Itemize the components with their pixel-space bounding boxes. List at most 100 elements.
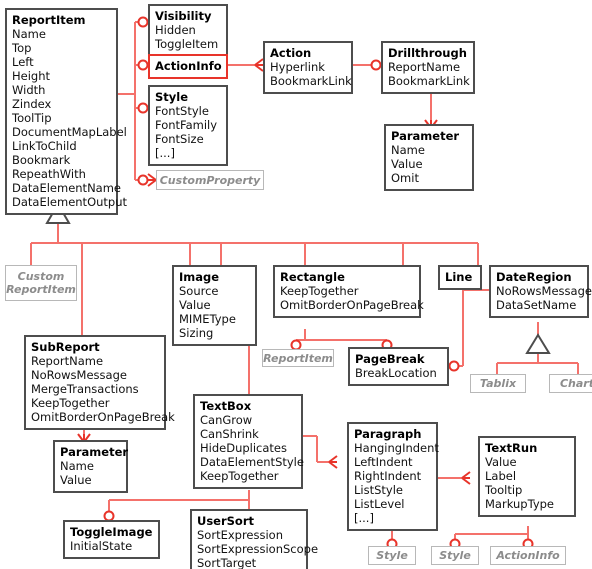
class-usersort[interactable]: UserSort SortExpression SortExpressionSc… <box>190 509 319 569</box>
class-attribute: Source <box>179 284 219 298</box>
class-parameter-drillthrough[interactable]: Parameter Name Value Omit <box>384 124 474 191</box>
class-attribute: MergeTransactions <box>31 382 139 396</box>
class-attribute: OmitBorderOnPageBreak <box>31 410 175 424</box>
class-attribute: DataElementName <box>12 181 121 195</box>
class-attribute: DataElementOutput <box>12 195 128 209</box>
ghost-chart[interactable]: Chart <box>549 374 592 393</box>
class-attribute: ToggleItem <box>155 37 219 51</box>
class-attribute: Left <box>12 55 34 69</box>
class-attribute: HideDuplicates <box>200 441 287 455</box>
class-dateregion[interactable]: DateRegion NoRowsMessage DataSetName <box>489 265 592 318</box>
class-attribute: Tooltip <box>485 483 523 497</box>
class-attribute: ReportName <box>388 60 461 74</box>
class-attribute: Label <box>485 469 517 483</box>
class-title: ReportItem <box>12 13 86 27</box>
class-visibility[interactable]: Visibility Hidden ToggleItem <box>148 4 228 57</box>
ghost-custom-reportitem[interactable]: Custom ReportItem <box>5 265 77 301</box>
class-attribute: SortExpressionScope <box>197 542 319 556</box>
class-attribute: InitialState <box>70 539 133 553</box>
class-attribute: ListStyle <box>354 483 403 497</box>
class-pagebreak[interactable]: PageBreak BreakLocation <box>348 347 449 386</box>
class-rectangle[interactable]: Rectangle KeepTogether OmitBorderOnPageB… <box>273 265 424 318</box>
ghost-style-textrun[interactable]: Style <box>431 546 479 565</box>
class-title: Parameter <box>391 129 460 143</box>
generalization-triangle-dateregion <box>525 333 551 354</box>
ghost-label: ActionInfo <box>496 549 560 562</box>
class-toggleimage[interactable]: ToggleImage InitialState <box>63 520 160 559</box>
class-textrun[interactable]: TextRun Value Label Tooltip MarkupType <box>478 436 576 517</box>
class-line[interactable]: Line <box>438 265 482 290</box>
class-title: Line <box>445 270 473 284</box>
class-attribute: CanShrink <box>200 427 259 441</box>
class-attribute: NoRowsMessage <box>496 284 592 298</box>
class-attribute: RightIndent <box>354 469 422 483</box>
class-attribute: [...] <box>155 146 175 160</box>
class-attribute: SortExpression <box>197 528 283 542</box>
class-actioninfo[interactable]: ActionInfo <box>148 54 228 79</box>
class-attribute: Value <box>485 455 517 469</box>
ghost-actioninfo-textrun[interactable]: ActionInfo <box>490 546 566 565</box>
class-attribute: BreakLocation <box>355 366 437 380</box>
class-attribute: MarkupType <box>485 497 555 511</box>
ghost-customproperty[interactable]: CustomProperty <box>156 170 264 190</box>
class-attribute: NoRowsMessage <box>31 368 127 382</box>
ghost-label: ReportItem <box>263 351 333 365</box>
class-attribute: Name <box>60 459 94 473</box>
ghost-label: Style <box>439 549 471 562</box>
class-attribute: ReportName <box>31 354 104 368</box>
class-attribute: Value <box>60 473 92 487</box>
class-attribute: Width <box>12 83 46 97</box>
class-title: ActionInfo <box>155 59 222 73</box>
class-title: Style <box>155 90 189 104</box>
assoc-circle-customproperty <box>137 174 149 186</box>
class-attribute: Bookmark <box>12 153 71 167</box>
ghost-tablix[interactable]: Tablix <box>470 374 526 393</box>
class-parameter-subreport[interactable]: Parameter Name Value <box>53 440 128 493</box>
class-attribute: LeftIndent <box>354 455 413 469</box>
class-title: SubReport <box>31 340 100 354</box>
class-attribute: DataSetName <box>496 298 577 312</box>
class-attribute: [...] <box>354 511 374 525</box>
ghost-label: Tablix <box>479 377 517 390</box>
class-textbox[interactable]: TextBox CanGrow CanShrink HideDuplicates… <box>193 394 304 489</box>
class-attribute: KeepTogether <box>280 284 359 298</box>
assoc-circle-style <box>137 102 149 114</box>
class-attribute: DocumentMapLabel <box>12 125 127 139</box>
class-reportitem[interactable]: ReportItem Name Top Left Height Width Zi… <box>5 8 128 215</box>
class-action[interactable]: Action Hyperlink BookmarkLink <box>263 41 353 94</box>
class-attribute: Hidden <box>155 23 196 37</box>
class-title: TextRun <box>485 441 538 455</box>
class-title: UserSort <box>197 514 255 528</box>
class-attribute: Value <box>391 157 423 171</box>
crowfoot-paragraph <box>328 455 338 469</box>
class-title: Visibility <box>155 9 212 23</box>
ghost-label: CustomProperty <box>159 173 261 187</box>
class-attribute: Top <box>12 41 32 55</box>
class-title: DateRegion <box>496 270 572 284</box>
class-attribute: DataElementStyle <box>200 455 304 469</box>
class-image[interactable]: Image Source Value MIMEType Sizing <box>172 265 257 346</box>
class-title: TextBox <box>200 399 252 413</box>
ghost-style-paragraph[interactable]: Style <box>368 546 416 565</box>
ghost-label: Custom <box>17 270 65 283</box>
class-attribute: OmitBorderOnPageBreak <box>280 298 424 312</box>
class-title: Rectangle <box>280 270 345 284</box>
ghost-label: Chart <box>559 377 592 390</box>
class-attribute: BookmarkLink <box>388 74 470 88</box>
class-attribute: ToolTip <box>12 111 52 125</box>
class-paragraph[interactable]: Paragraph HangingIndent LeftIndent Right… <box>347 422 439 531</box>
assoc-circle-pagebreak-right <box>448 360 460 372</box>
class-style[interactable]: Style FontStyle FontFamily FontSize [...… <box>148 85 228 166</box>
class-attribute: BookmarkLink <box>270 74 352 88</box>
ghost-reportitem-ref[interactable]: ReportItem <box>262 349 334 367</box>
class-drillthrough[interactable]: Drillthrough ReportName BookmarkLink <box>381 41 475 94</box>
class-subreport[interactable]: SubReport ReportName NoRowsMessage Merge… <box>24 335 175 430</box>
class-attribute: Value <box>179 298 211 312</box>
crowfoot-customproperty <box>147 173 157 187</box>
uml-class-diagram: ReportItem Name Top Left Height Width Zi… <box>0 0 592 569</box>
class-title: Image <box>179 270 220 284</box>
class-attribute: KeepTogether <box>200 469 279 483</box>
class-attribute: SortTarget <box>197 556 257 569</box>
class-attribute: Omit <box>391 171 419 185</box>
class-attribute: ListLevel <box>354 497 405 511</box>
